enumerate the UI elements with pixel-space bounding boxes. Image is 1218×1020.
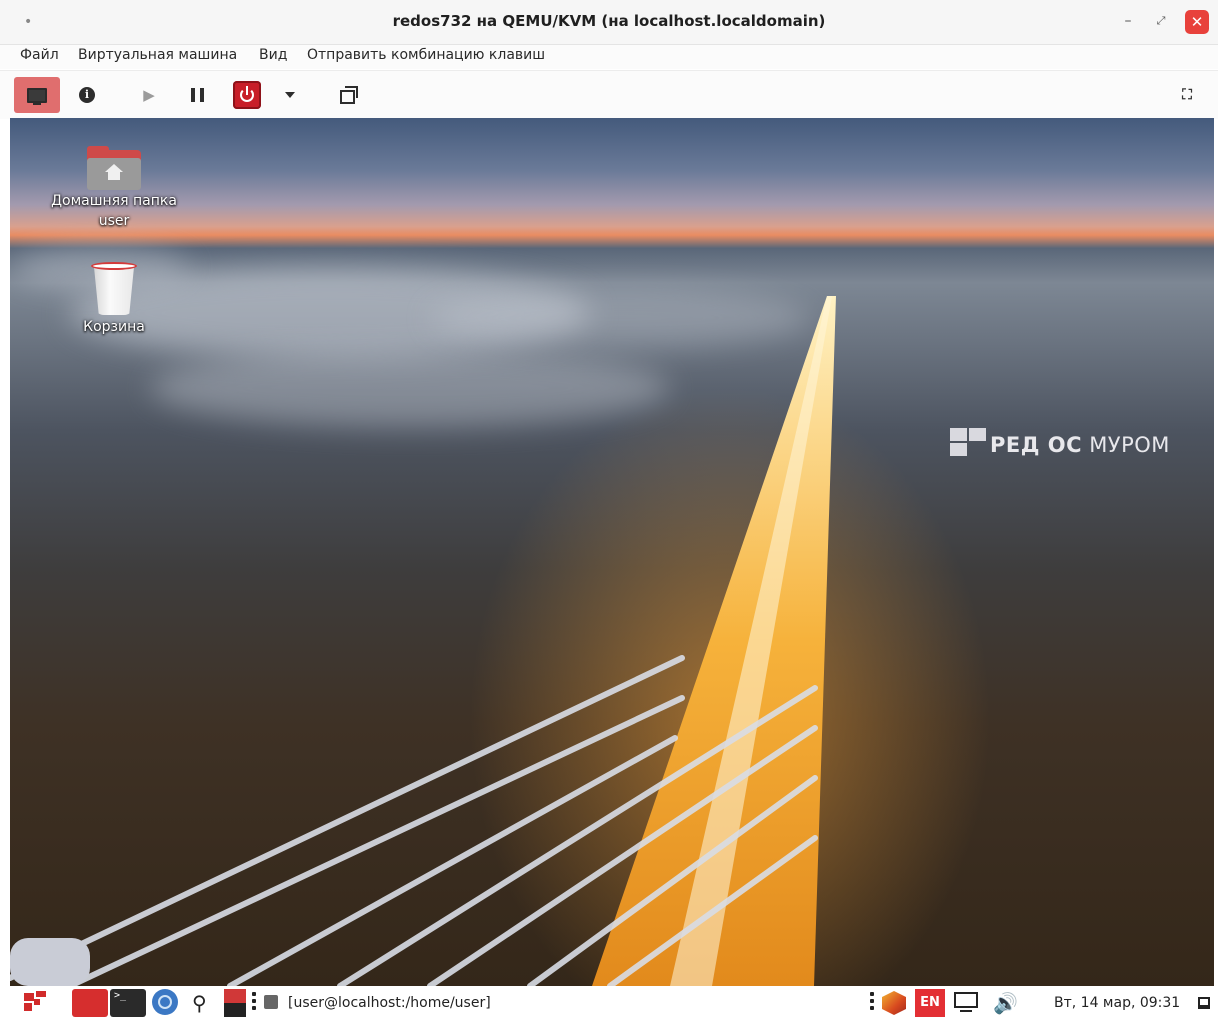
clock[interactable]: Вт, 14 мар, 09:31 [1054, 989, 1186, 1017]
cube-icon [882, 991, 906, 1015]
file-manager-launcher[interactable] [72, 989, 108, 1017]
volume-icon: 🔊 [993, 991, 1018, 1015]
browser-launcher[interactable] [152, 989, 182, 1017]
brand-edition: МУРОМ [1082, 433, 1170, 457]
terminal-launcher[interactable]: >_ [110, 989, 146, 1017]
network-icon [954, 992, 978, 1008]
brand-name: РЕД ОС [990, 433, 1083, 457]
menu-file[interactable]: Файл [20, 47, 59, 63]
tray-handle[interactable] [870, 989, 876, 1017]
desktop-icon [1198, 997, 1210, 1009]
wallpaper-bridge [10, 296, 990, 986]
home-folder-icon [87, 146, 141, 190]
chevron-down-icon [285, 92, 295, 98]
menu-view[interactable]: Вид [259, 47, 287, 63]
toolbar: i ▶ ⛶ [0, 70, 1218, 119]
pause-button[interactable] [184, 77, 210, 113]
volume-indicator[interactable]: 🔊 [993, 989, 1023, 1017]
search-icon: ⚲ [192, 991, 207, 1015]
search-launcher[interactable]: ⚲ [192, 989, 218, 1017]
info-icon: i [79, 87, 95, 103]
tray-app-cube[interactable] [882, 989, 908, 1017]
task-label: [user@localhost:/home/user] [288, 995, 491, 1011]
run-button[interactable]: ▶ [136, 77, 162, 113]
desktop-icon-label: user [98, 213, 130, 229]
show-desktop-button[interactable] [1198, 989, 1212, 1017]
shutdown-button[interactable] [232, 77, 262, 113]
desktop-icon-label: Корзина [83, 319, 145, 335]
trash-icon [91, 262, 137, 316]
browser-icon [152, 989, 178, 1015]
redos-logo-icon [950, 428, 988, 458]
separator-handle[interactable] [252, 989, 258, 1017]
fullscreen-icon: ⛶ [1182, 87, 1192, 103]
desktop-icon-home[interactable]: Домашняя папка user [44, 146, 184, 232]
taskbar-task-terminal[interactable]: [user@localhost:/home/user] [264, 989, 504, 1017]
details-button[interactable]: i [74, 77, 100, 113]
terminal-icon: >_ [114, 990, 127, 1001]
menu-virtual-machine[interactable]: Виртуальная машина [78, 47, 237, 63]
network-indicator[interactable] [954, 989, 984, 1017]
pause-icon [190, 88, 204, 102]
play-icon: ▶ [143, 86, 155, 104]
menubar: Файл Виртуальная машина Вид Отправить ко… [0, 45, 1218, 69]
monitor-icon [27, 87, 47, 105]
guest-desktop[interactable]: Домашняя папка user Корзина РЕД ОС МУРОМ [10, 118, 1214, 986]
close-button[interactable]: ✕ [1185, 10, 1209, 34]
show-desktop-launcher[interactable] [224, 989, 246, 1017]
snapshot-icon [340, 86, 358, 104]
menu-send-key[interactable]: Отправить комбинацию клавиш [307, 47, 545, 63]
shutdown-menu-button[interactable] [280, 77, 300, 113]
maximize-button[interactable]: ⤢ [1149, 10, 1173, 34]
start-menu-button[interactable] [22, 989, 48, 1017]
snapshots-button[interactable] [336, 77, 362, 113]
desktop-icon-label: Домашняя папка [51, 193, 177, 209]
fullscreen-button[interactable]: ⛶ [1174, 77, 1200, 113]
guest-taskbar: >_ ⚲ [user@localhost:/home/user] EN 🔊 Вт… [10, 986, 1214, 1020]
minimize-button[interactable]: – [1116, 10, 1140, 34]
window-icon [264, 995, 278, 1009]
window-titlebar: • redos732 на QEMU/KVM (на localhost.loc… [0, 0, 1218, 45]
window-title: redos732 на QEMU/KVM (на localhost.local… [392, 12, 826, 30]
console-view-button[interactable] [14, 77, 60, 113]
keyboard-layout-indicator[interactable]: EN [915, 989, 945, 1017]
redos-watermark: РЕД ОС МУРОМ [950, 428, 1170, 458]
power-icon [233, 81, 261, 109]
desktop-icon-trash[interactable]: Корзина [44, 262, 184, 338]
